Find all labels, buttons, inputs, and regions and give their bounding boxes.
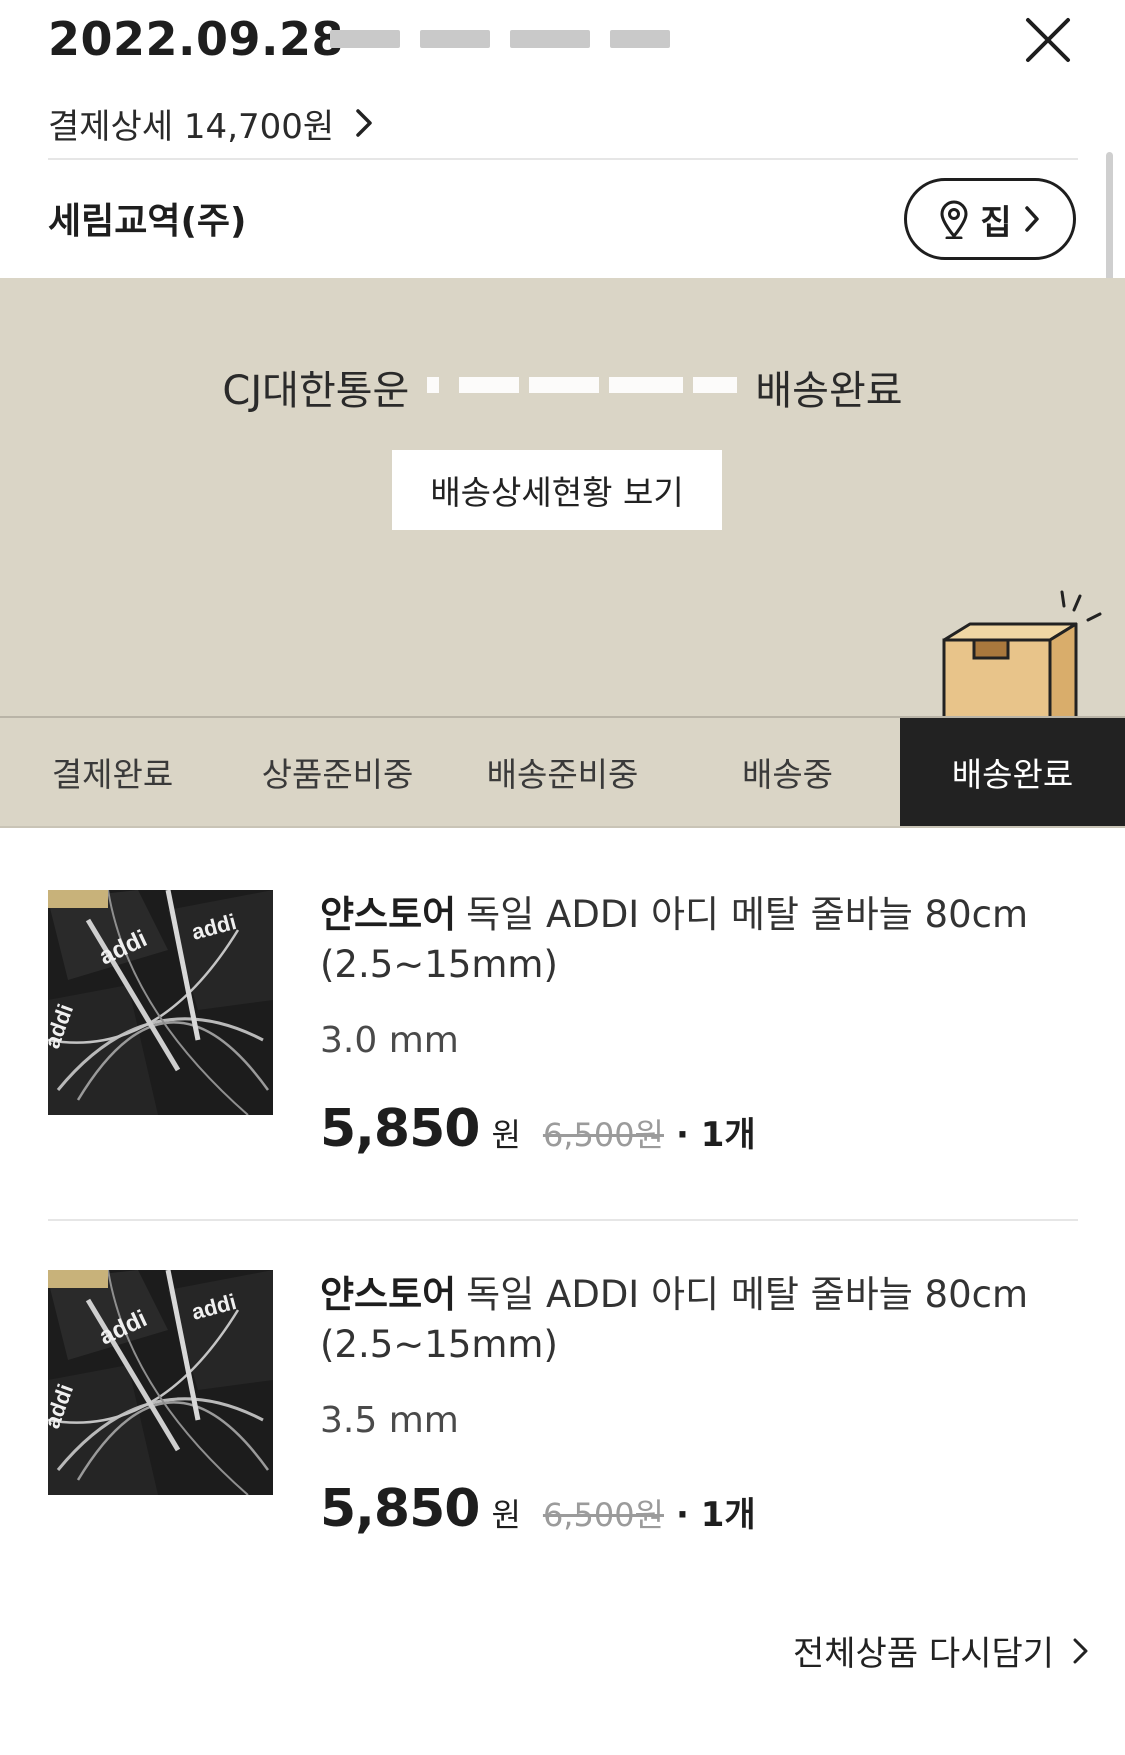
close-button[interactable] <box>1022 14 1074 66</box>
seller-name: 세림교역(주) <box>48 201 247 242</box>
address-button[interactable]: 집 <box>904 178 1076 260</box>
location-pin-icon <box>940 200 968 239</box>
product-price: 5,850 원 6,500원 · 1개 <box>320 1479 1060 1539</box>
quantity: · 1개 <box>676 1115 756 1155</box>
product-item[interactable]: addi addi addi 얀스토어 독일 ADDI 아디 메탈 줄바늘 80c… <box>48 890 1078 1190</box>
tracking-number-redacted <box>423 365 741 409</box>
payment-detail-link[interactable]: 결제상세 14,700원 <box>48 98 378 148</box>
order-date: 2022.09.28 <box>48 12 345 66</box>
shipping-status: 배송완료 <box>755 368 903 414</box>
shipping-status-line: CJ대한통운 배송완료 <box>0 358 1125 416</box>
step-delivered: 배송완료 <box>900 718 1125 826</box>
step-preparing-product: 상품준비중 <box>261 755 414 794</box>
shipping-banner: CJ대한통운 배송완료 배송상세현황 보기 <box>0 278 1125 716</box>
product-title[interactable]: 얀스토어 독일 ADDI 아디 메탈 줄바늘 80cm (2.5~15mm) <box>320 1270 1060 1370</box>
payment-detail-label: 결제상세 14,700원 <box>48 106 335 147</box>
product-item[interactable]: addi addi addi 얀스토어 독일 ADDI 아디 메탈 줄바늘 80c… <box>48 1270 1078 1570</box>
original-price: 6,500원 <box>542 1496 664 1534</box>
product-title[interactable]: 얀스토어 독일 ADDI 아디 메탈 줄바늘 80cm (2.5~15mm) <box>320 890 1060 990</box>
chevron-right-icon <box>356 109 372 137</box>
product-option: 3.5 mm <box>320 1400 459 1441</box>
product-option: 3.0 mm <box>320 1020 459 1061</box>
shipping-detail-button[interactable]: 배송상세현황 보기 <box>392 450 722 530</box>
store-name: 얀스토어 <box>320 1273 457 1316</box>
step-in-transit: 배송중 <box>741 755 834 794</box>
chevron-right-icon <box>1024 206 1039 232</box>
courier-name: CJ대한통운 <box>222 368 410 414</box>
product-info: 얀스토어 독일 ADDI 아디 메탈 줄바늘 80cm (2.5~15mm) 3.… <box>320 890 1060 1159</box>
re-add-all-button[interactable]: 전체상품 다시담기 <box>793 1626 1092 1675</box>
product-thumbnail[interactable]: addi addi addi <box>48 1270 273 1495</box>
sale-price: 5,850 <box>320 1099 480 1159</box>
step-payment-complete: 결제완료 <box>51 755 174 794</box>
address-label: 집 <box>980 202 1012 243</box>
order-header: 2022.09.28 결제상세 14,700원 <box>0 0 1125 160</box>
knitting-needle-image: addi addi addi <box>48 1270 273 1495</box>
product-price: 5,850 원 6,500원 · 1개 <box>320 1099 1060 1159</box>
close-icon <box>1026 18 1070 62</box>
sale-price: 5,850 <box>320 1479 480 1539</box>
divider <box>48 158 1078 160</box>
re-add-all-label: 전체상품 다시담기 <box>793 1634 1055 1674</box>
price-unit: 원 <box>491 1496 521 1534</box>
price-unit: 원 <box>491 1116 521 1154</box>
divider <box>48 1219 1078 1221</box>
order-number-redacted <box>330 22 670 56</box>
delivery-box-icon <box>942 590 1102 716</box>
order-progress-steps: 결제완료 상품준비중 배송준비중 배송중 배송완료 <box>0 716 1125 828</box>
store-name: 얀스토어 <box>320 893 457 936</box>
step-preparing-shipment: 배송준비중 <box>486 755 639 794</box>
original-price: 6,500원 <box>542 1116 664 1154</box>
product-info: 얀스토어 독일 ADDI 아디 메탈 줄바늘 80cm (2.5~15mm) 3.… <box>320 1270 1060 1539</box>
chevron-right-icon <box>1073 1638 1088 1663</box>
knitting-needle-image: addi addi addi <box>48 890 273 1115</box>
product-thumbnail[interactable]: addi addi addi <box>48 890 273 1115</box>
quantity: · 1개 <box>676 1495 756 1535</box>
